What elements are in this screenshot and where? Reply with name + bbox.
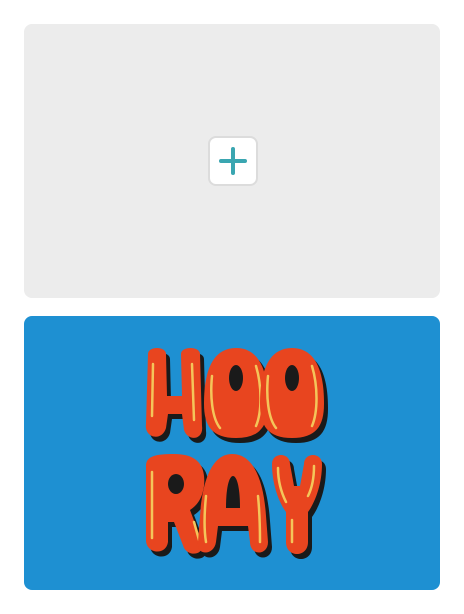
add-new-design-card[interactable] [24, 24, 440, 298]
design-thumbnail-card[interactable]: .shadow { fill: #1a1a1a; } .fill { fill:… [24, 316, 440, 590]
letter-y [272, 455, 326, 559]
headline-line-1 [145, 348, 328, 443]
letter-h [145, 348, 207, 443]
add-button[interactable] [208, 136, 258, 186]
page: .shadow { fill: #1a1a1a; } .fill { fill:… [0, 0, 464, 614]
hooray-artwork: .shadow { fill: #1a1a1a; } .fill { fill:… [145, 348, 328, 559]
letter-a [197, 454, 272, 558]
letter-o-2 [260, 348, 328, 443]
headline-line-2 [146, 454, 326, 559]
plus-icon [219, 147, 247, 175]
